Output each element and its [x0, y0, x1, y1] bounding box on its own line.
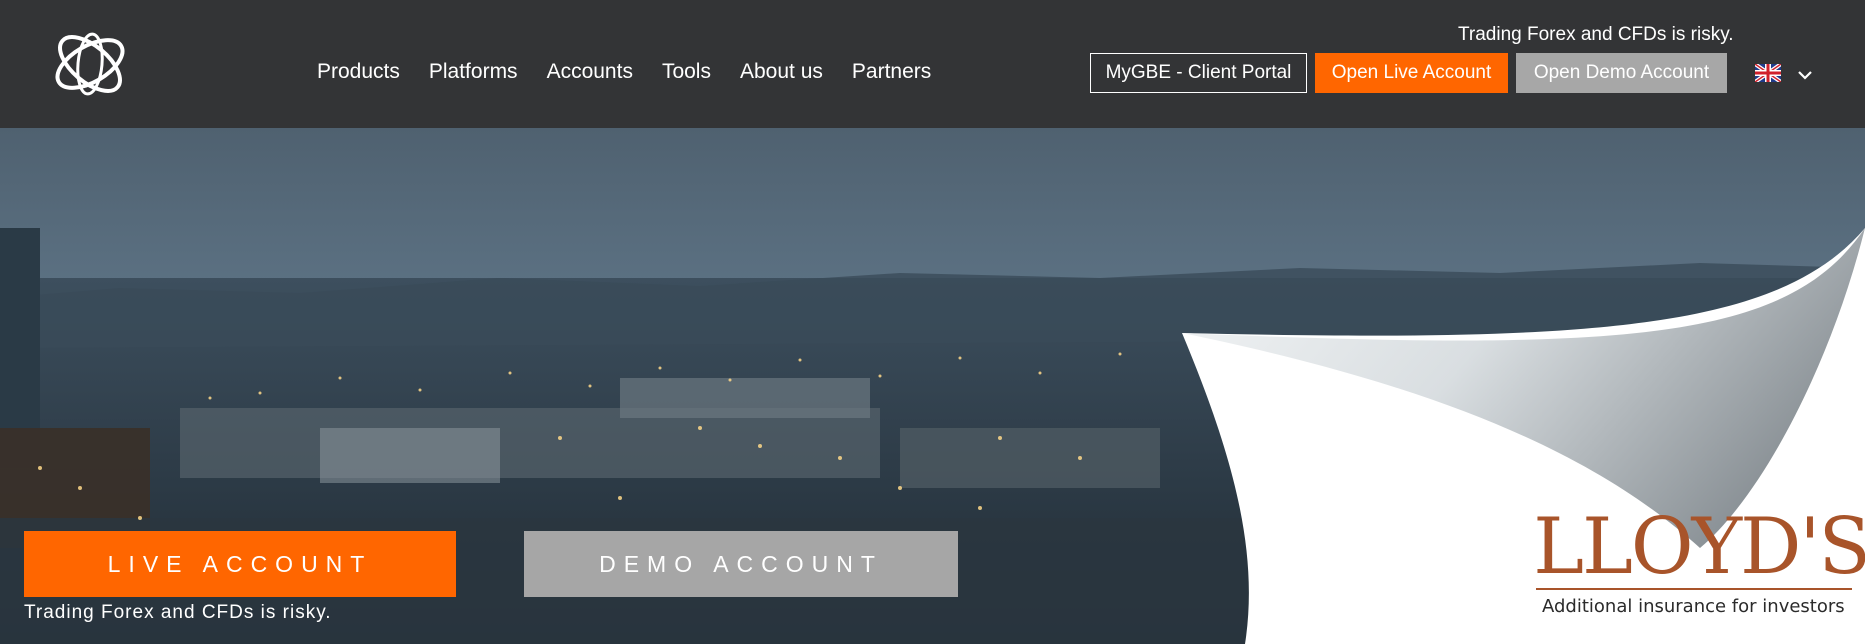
lloyds-tagline: Additional insurance for investors: [1542, 596, 1845, 617]
demo-account-button[interactable]: DEMO ACCOUNT: [524, 531, 958, 597]
chevron-down-icon[interactable]: [1798, 70, 1812, 80]
live-account-button[interactable]: LIVE ACCOUNT: [24, 531, 456, 597]
open-demo-account-button[interactable]: Open Demo Account: [1516, 53, 1727, 93]
risk-warning-hero: Trading Forex and CFDs is risky.: [24, 602, 332, 623]
main-nav: Products Platforms Accounts Tools About …: [317, 60, 931, 84]
nav-about-us[interactable]: About us: [740, 60, 823, 84]
nav-platforms[interactable]: Platforms: [429, 60, 518, 84]
nav-products[interactable]: Products: [317, 60, 400, 84]
client-portal-button[interactable]: MyGBE - Client Portal: [1090, 53, 1307, 93]
top-header: Products Platforms Accounts Tools About …: [0, 0, 1865, 128]
risk-warning-header: Trading Forex and CFDs is risky.: [1458, 24, 1734, 45]
nav-tools[interactable]: Tools: [662, 60, 711, 84]
nav-partners[interactable]: Partners: [852, 60, 931, 84]
lloyds-logo: LLOYD'S: [1533, 502, 1865, 592]
nav-accounts[interactable]: Accounts: [547, 60, 633, 84]
brand-logo-icon[interactable]: [48, 20, 132, 104]
uk-flag-icon[interactable]: [1755, 64, 1781, 82]
open-live-account-button[interactable]: Open Live Account: [1315, 53, 1508, 93]
lloyds-divider: [1536, 588, 1852, 590]
